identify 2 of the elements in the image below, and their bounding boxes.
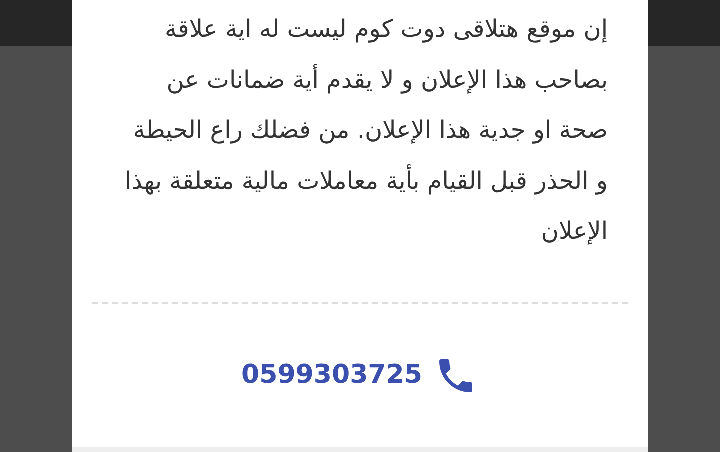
disclaimer-text: إن موقع هتلاقى دوت كوم ليست له اية علاقة بصاحب هذا الإعلان و لا يقدم أية ضمانات عن صحة او جدية هذا الإعلان. من فضلك راع الحيطة و الحذر قبل القيام بأية معاملات مالية متعلقة بهذا الإعلان bbox=[124, 14, 608, 247]
phone-link[interactable]: 0599303725 bbox=[242, 354, 478, 398]
